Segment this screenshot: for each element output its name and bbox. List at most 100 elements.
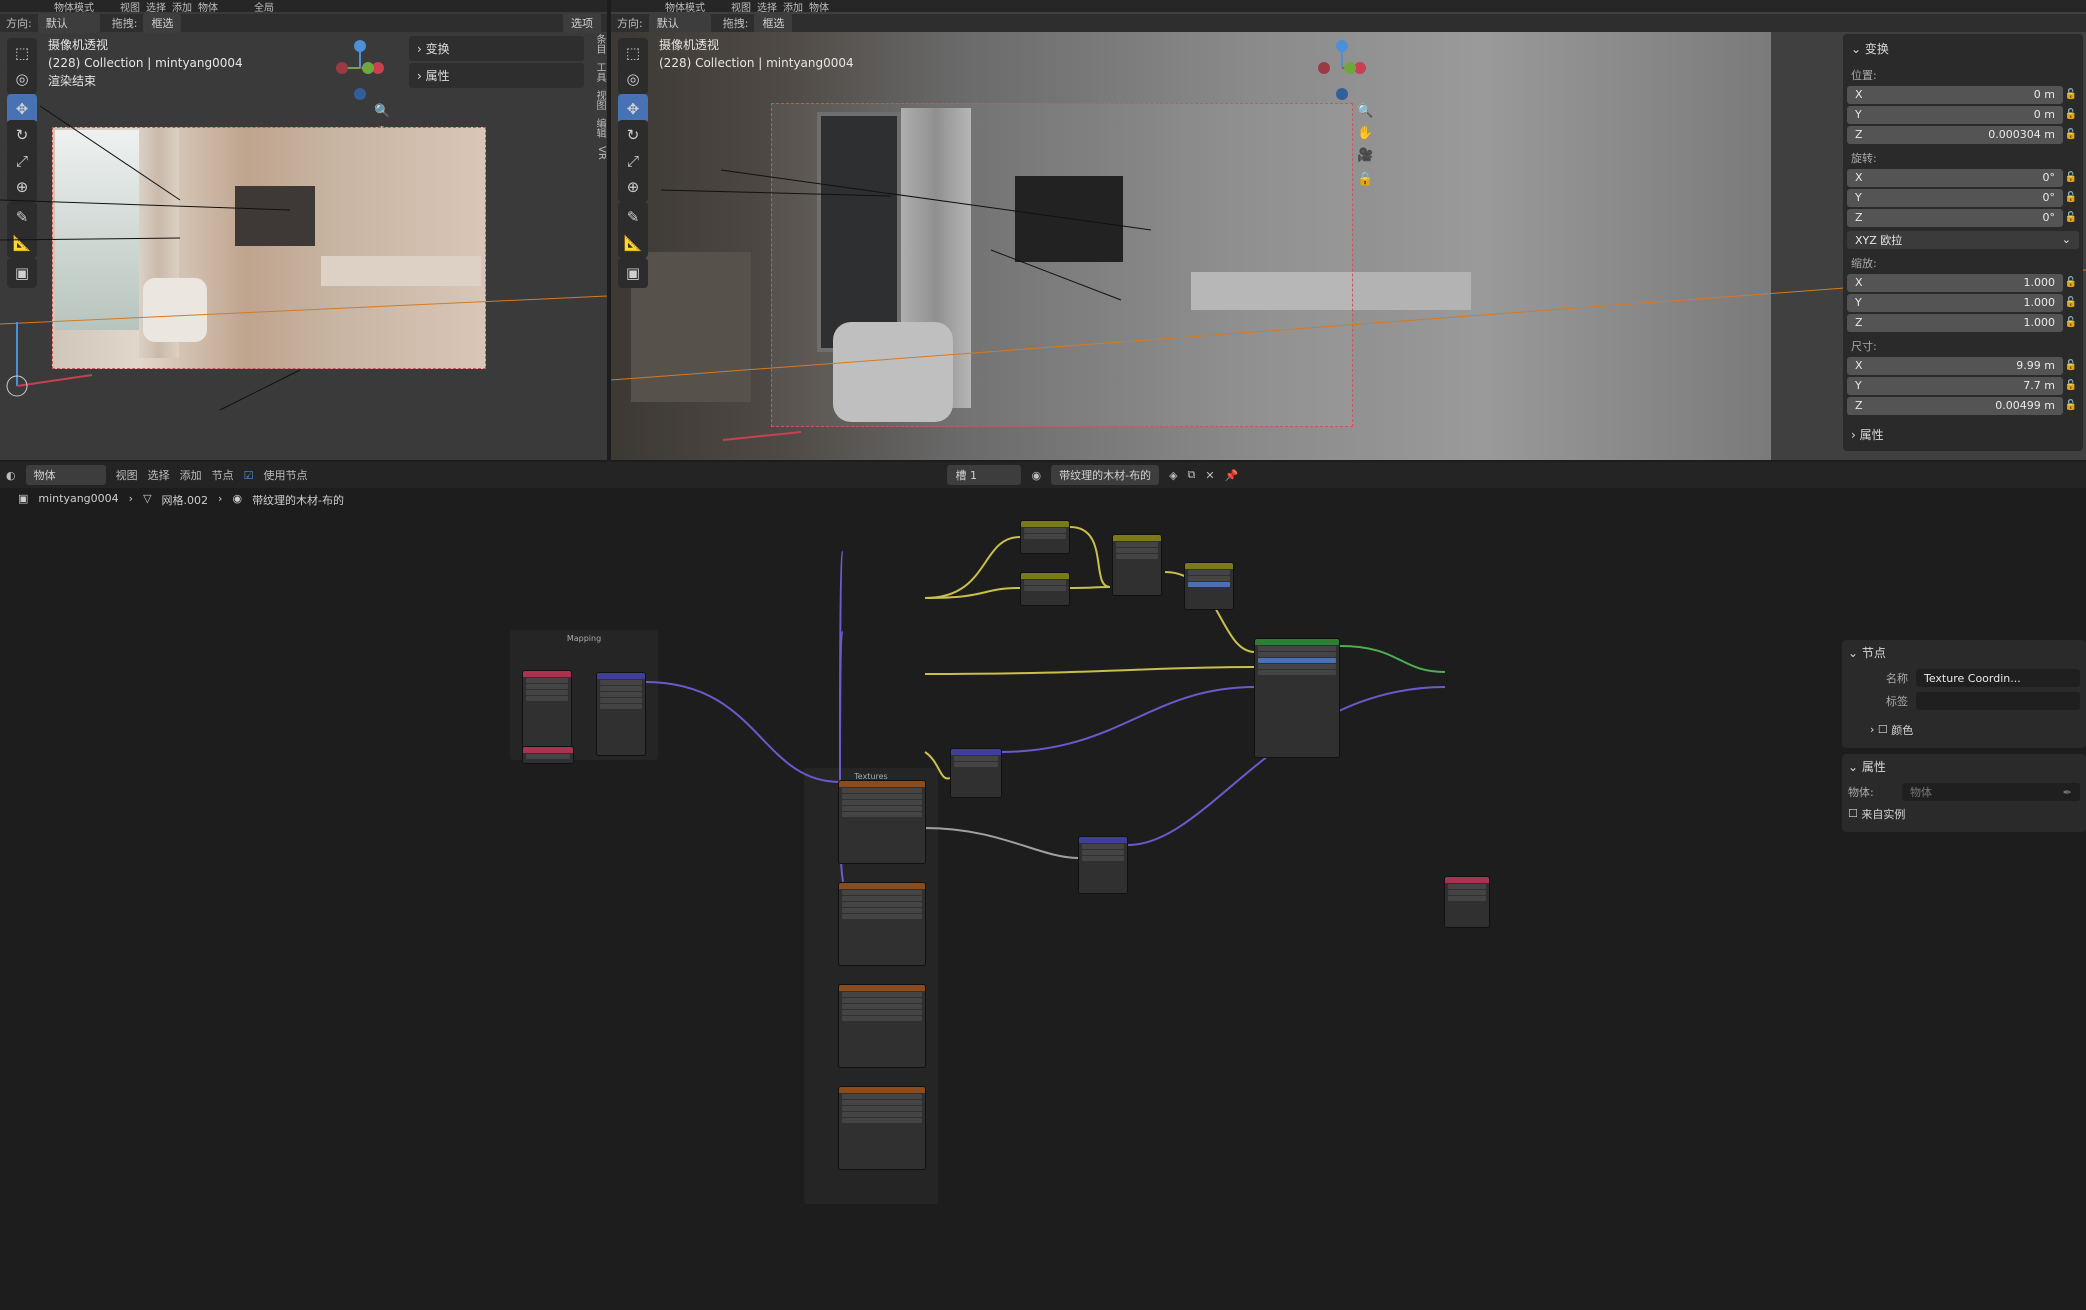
axis-value: 0 m bbox=[2033, 88, 2055, 101]
lock-icon[interactable]: 🔓 bbox=[2063, 212, 2079, 223]
navigation-gizmo[interactable] bbox=[1312, 38, 1372, 100]
value-node[interactable] bbox=[522, 746, 574, 764]
right-3d-viewport[interactable]: 物体模式 视图 选择 添加 物体 方向: 默认 拖拽: 框选 ⬚ ◎ ✥ ↻ ⤢… bbox=[611, 0, 2086, 460]
add-cube-tool[interactable]: ▣ bbox=[618, 258, 648, 288]
node-npanel: ⌄ 节点 名称 Texture Coordin... 标签 › ☐ 颜色 ⌄ 属… bbox=[1842, 640, 2086, 832]
rotation-field-z[interactable]: Z 0° bbox=[1847, 208, 2063, 227]
node-color-row[interactable]: › ☐ 颜色 bbox=[1848, 720, 2080, 739]
image-texture-base-color[interactable] bbox=[838, 780, 926, 864]
color-checkbox[interactable]: ☐ bbox=[1878, 723, 1888, 736]
material-output-node[interactable] bbox=[1444, 876, 1490, 928]
pan-hand-icon[interactable]: ✋ bbox=[1357, 126, 1373, 141]
from-instancer-row[interactable]: ☐ 来自实例 bbox=[1848, 804, 2080, 823]
displacement-node[interactable] bbox=[1078, 836, 1128, 894]
dimensions-field-x[interactable]: X 9.99 m bbox=[1847, 356, 2063, 375]
node-section-title: 节点 bbox=[1861, 646, 1886, 660]
dimensions-row-x: X 9.99 m 🔓 bbox=[1847, 356, 2079, 375]
location-row-x: X 0 m 🔓 bbox=[1847, 85, 2079, 104]
rotation-field-x[interactable]: X 0° bbox=[1847, 168, 2063, 187]
scale-field-z[interactable]: Z 1.000 bbox=[1847, 313, 2063, 332]
chevron-right-icon: › bbox=[1870, 723, 1875, 736]
rotation-field-y[interactable]: Y 0° bbox=[1847, 188, 2063, 207]
location-field-x[interactable]: X 0 m bbox=[1847, 85, 2063, 104]
node-name-field[interactable]: Texture Coordin... bbox=[1916, 669, 2080, 687]
node-header bbox=[839, 1087, 925, 1093]
camera-icon[interactable]: 🎥 bbox=[1357, 148, 1373, 163]
transform-tool[interactable]: ⊕ bbox=[618, 172, 648, 202]
axis-value: 1.000 bbox=[2023, 296, 2056, 309]
lock-icon[interactable]: 🔓 bbox=[2063, 297, 2079, 308]
properties-title: 属性 bbox=[1859, 428, 1884, 442]
transform-header[interactable]: ⌄ 变换 bbox=[1847, 38, 2079, 59]
texture-coordinate-node[interactable] bbox=[522, 670, 572, 752]
lock-icon[interactable]: 🔓 bbox=[2063, 192, 2079, 203]
rotation-row-y: Y 0° 🔓 bbox=[1847, 188, 2079, 207]
scene-lines bbox=[0, 105, 607, 411]
hue-saturation-node[interactable] bbox=[1184, 562, 1234, 610]
object-label: 物体: bbox=[1848, 786, 1874, 799]
chevron-down-icon: ⌄ bbox=[2061, 233, 2071, 246]
rotation-mode-row: XYZ 欧拉 ⌄ bbox=[1847, 230, 2079, 249]
properties-header[interactable]: › 属性 bbox=[1847, 416, 2079, 445]
left-3d-viewport[interactable]: 物体模式 视图 选择 添加 物体 全局 方向: 默认 拖拽: 框选 选项 ⬚ ◎… bbox=[0, 0, 607, 460]
axis-label: Y bbox=[1855, 108, 1862, 121]
axis-label: X bbox=[1855, 359, 1863, 372]
rotation-mode-select[interactable]: XYZ 欧拉 ⌄ bbox=[1847, 230, 2079, 249]
location-field-z[interactable]: Z 0.000304 m bbox=[1847, 125, 2063, 144]
image-texture-normal[interactable] bbox=[838, 984, 926, 1068]
node-header bbox=[839, 781, 925, 787]
object-picker-field[interactable]: 物体 ✒ bbox=[1902, 783, 2080, 801]
axis-value: 0.000304 m bbox=[1988, 128, 2055, 141]
axis-value: 1.000 bbox=[2023, 316, 2056, 329]
node-section-header[interactable]: ⌄ 节点 bbox=[1848, 644, 2080, 661]
principled-bsdf-node[interactable] bbox=[1254, 638, 1340, 758]
lock-icon[interactable]: 🔓 bbox=[2063, 380, 2079, 391]
eyedropper-icon[interactable]: ✒ bbox=[2063, 786, 2072, 799]
node-label-field[interactable] bbox=[1916, 692, 2080, 710]
lock-icon[interactable]: 🔓 bbox=[2063, 277, 2079, 288]
rotation-label: 旋转: bbox=[1851, 152, 1877, 165]
node-header bbox=[1021, 573, 1069, 579]
axis-label: X bbox=[1855, 171, 1863, 184]
mix-node[interactable] bbox=[1112, 534, 1162, 596]
viewport-overlay: 摄像机透视 (228) Collection | mintyang0004 bbox=[659, 36, 854, 72]
lock-icon[interactable]: 🔓 bbox=[2063, 172, 2079, 183]
measure-tool[interactable]: 📐 bbox=[618, 228, 648, 258]
color-node-1[interactable] bbox=[1020, 520, 1070, 554]
cursor-tool[interactable]: ◎ bbox=[618, 64, 648, 94]
dimensions-field-y[interactable]: Y 7.7 m bbox=[1847, 376, 2063, 395]
axis-value: 0° bbox=[2042, 171, 2056, 184]
scale-row-x: X 1.000 🔓 bbox=[1847, 273, 2079, 292]
lock-icon[interactable]: 🔓 bbox=[2063, 360, 2079, 371]
from-instancer-checkbox[interactable]: ☐ bbox=[1848, 807, 1858, 820]
lock-icon[interactable]: 🔒 bbox=[1357, 172, 1373, 187]
lock-icon[interactable]: 🔓 bbox=[2063, 317, 2079, 328]
image-texture-displacement[interactable] bbox=[838, 1086, 926, 1170]
axis-label: Z bbox=[1855, 128, 1863, 141]
overlay-title: 摄像机透视 bbox=[659, 38, 720, 52]
axis-label: Z bbox=[1855, 316, 1863, 329]
props-section-header[interactable]: ⌄ 属性 bbox=[1848, 758, 2080, 775]
node-editor[interactable]: ◐ 物体 视图 选择 添加 节点 ☑ 使用节点 槽 1 ◉ 带纹理的木材-布的 … bbox=[0, 462, 2086, 1310]
axis-value: 9.99 m bbox=[2016, 359, 2055, 372]
lock-icon[interactable]: 🔓 bbox=[2063, 129, 2079, 140]
zoom-icon[interactable]: 🔍 bbox=[1357, 104, 1373, 119]
rotation-row-z: Z 0° 🔓 bbox=[1847, 208, 2079, 227]
lock-icon[interactable]: 🔓 bbox=[2063, 400, 2079, 411]
scale-field-x[interactable]: X 1.000 bbox=[1847, 273, 2063, 292]
lock-icon[interactable]: 🔓 bbox=[2063, 89, 2079, 100]
color-node-2[interactable] bbox=[1020, 572, 1070, 606]
node-label-label: 标签 bbox=[1886, 695, 1908, 708]
location-field-y[interactable]: Y 0 m bbox=[1847, 105, 2063, 124]
node-name-label: 名称 bbox=[1886, 672, 1908, 685]
normal-map-node[interactable] bbox=[950, 748, 1002, 798]
dimensions-field-z[interactable]: Z 0.00499 m bbox=[1847, 396, 2063, 415]
scale-field-y[interactable]: Y 1.000 bbox=[1847, 293, 2063, 312]
axis-label: Z bbox=[1855, 211, 1863, 224]
lock-icon[interactable]: 🔓 bbox=[2063, 109, 2079, 120]
location-label: 位置: bbox=[1851, 69, 1877, 82]
image-texture-roughness[interactable] bbox=[838, 882, 926, 966]
node-header bbox=[839, 985, 925, 991]
mapping-node[interactable] bbox=[596, 672, 646, 756]
scale-label: 缩放: bbox=[1851, 257, 1877, 270]
